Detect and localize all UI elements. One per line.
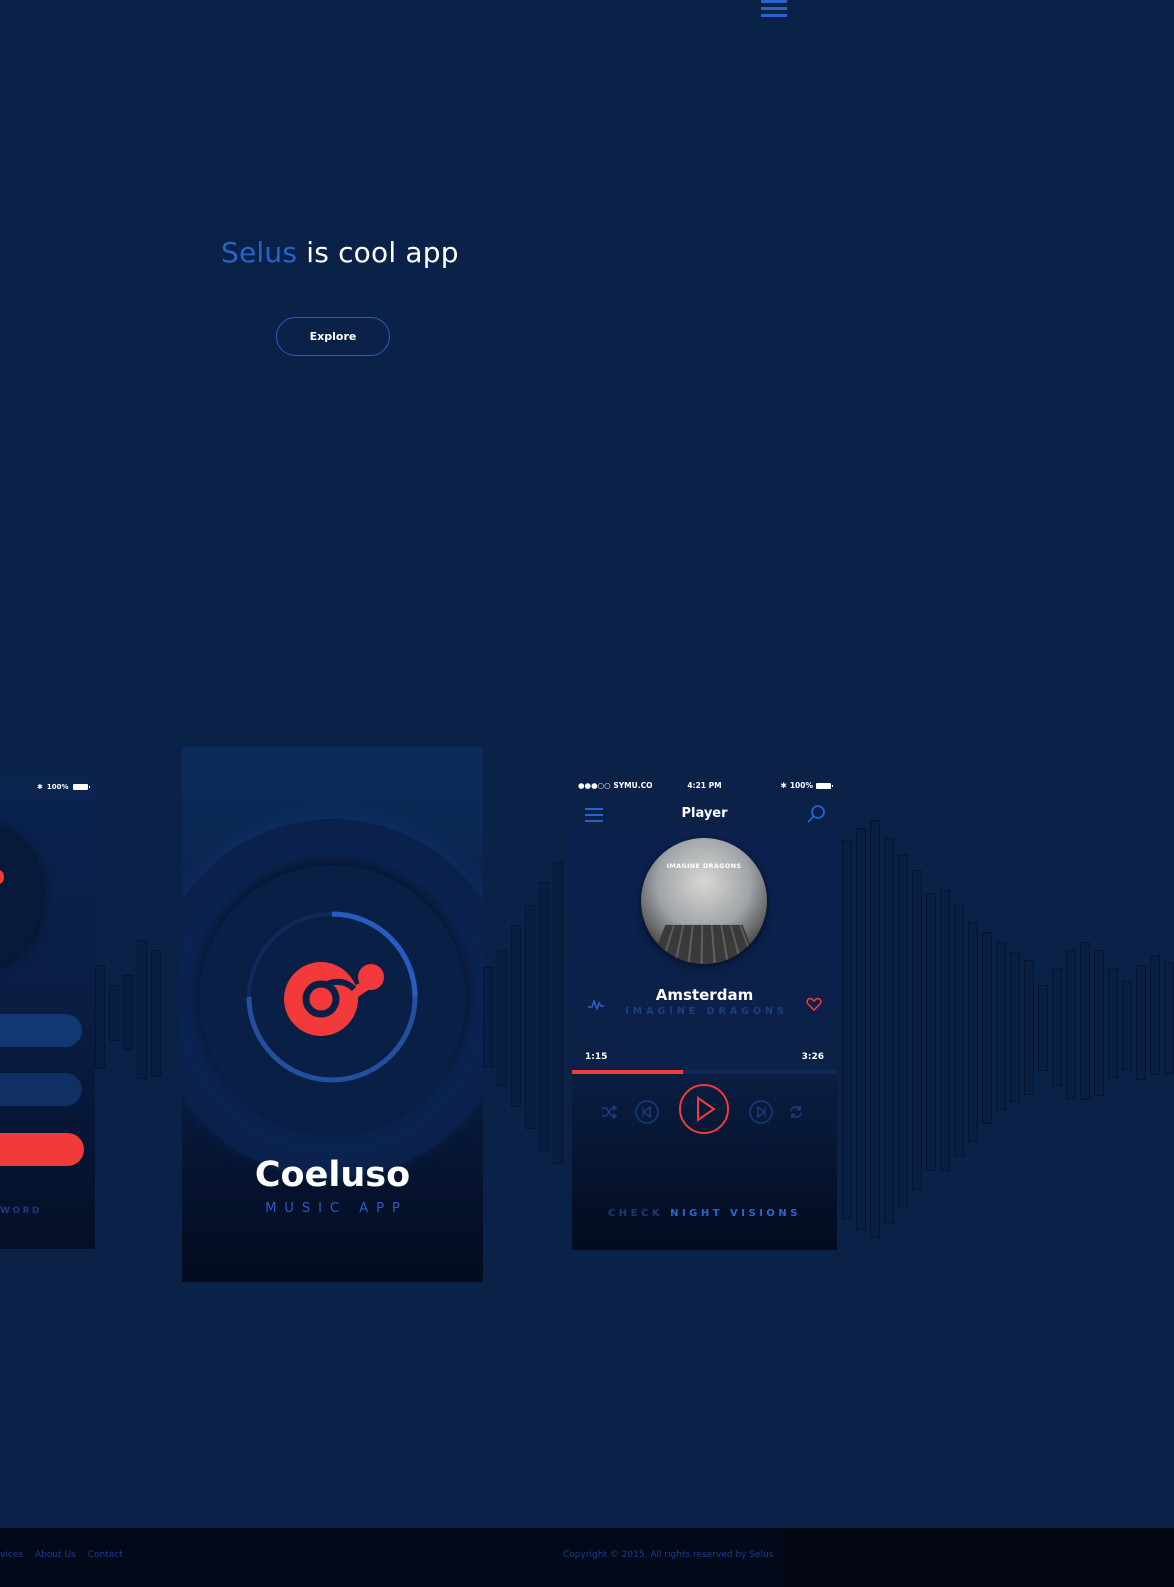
heart-icon[interactable] [806,997,822,1011]
battery-icon [72,784,90,790]
equalizer-bar [968,922,978,1142]
login-button[interactable] [0,1133,84,1166]
equalizer-bar [996,942,1006,1110]
copyright-text: Copyright © 2015, All rights reserved by… [563,1550,774,1560]
equalizer-bar [1010,952,1020,1102]
battery-icon [816,782,833,789]
repeat-icon[interactable] [789,1105,803,1119]
equalizer-bar [539,882,549,1152]
equalizer-bar [497,950,507,1086]
equalizer-bar [898,855,908,1207]
equalizer-bar [123,975,133,1050]
equalizer-bar [1038,985,1048,1071]
song-title: Amsterdam [655,986,754,1004]
equalizer-bar [1080,942,1090,1100]
footer: vices About Us Contact Copyright © 2015,… [0,1528,1174,1587]
player-phone-mockup: ●●●○○ SYMU.CO 4:21 PM ✱ 100% Player IMAG… [572,778,837,1250]
password-field[interactable] [0,1073,82,1106]
splash-phone-mockup: Coeluso MUSIC APP [182,747,483,1282]
bluetooth-icon: ✱ [780,781,787,790]
menu-icon[interactable] [761,0,787,18]
bluetooth-icon: ✱ [37,783,43,791]
explore-button[interactable]: Explore [276,317,390,356]
footer-right-panel [783,1528,1174,1587]
equalizer-bar [842,840,852,1220]
equalizer-bar [95,965,105,1069]
hero-tagline: is cool app [297,236,459,269]
logo-circle [0,827,42,965]
album-art-structure [650,924,758,964]
album-cover: IMAGINE DRAGONS [641,838,767,964]
footer-link-about[interactable]: About Us [35,1550,76,1560]
equalizer-bar [1052,968,1062,1086]
equalizer-bar [884,838,894,1224]
equalizer-bar [1150,955,1160,1075]
equalizer-bar [940,890,950,1171]
brand-name: Selus [221,236,298,269]
total-time: 3:26 [801,1052,824,1062]
battery-percent: 100% [789,781,813,790]
play-icon[interactable] [678,1083,730,1135]
equalizer-bar [1094,950,1104,1096]
equalizer-bar [553,862,563,1164]
check-album-name: NIGHT VISIONS [670,1208,802,1219]
player-header: Player [572,798,837,832]
player-controls: CHECK NIGHT VISIONS [572,1074,837,1250]
forgot-password-link[interactable]: WORD [0,1206,42,1216]
equalizer-bar [870,820,880,1238]
next-icon[interactable] [749,1100,773,1124]
status-bar: ✱ 100% [37,783,90,791]
footer-link-contact[interactable]: Contact [88,1550,123,1560]
equalizer-bar [1136,965,1146,1080]
login-phone-mockup: ✱ 100% WORD [0,777,95,1249]
equalizer-bar [483,967,493,1067]
status-bar: ●●●○○ SYMU.CO 4:21 PM ✱ 100% [572,778,837,792]
check-album-link[interactable]: CHECK NIGHT VISIONS [572,1208,837,1219]
footer-link-services[interactable]: vices [0,1550,23,1560]
equalizer-bar [982,932,992,1124]
equalizer-bar [912,870,922,1190]
artist-name: IMAGINE DRAGONS [625,1006,788,1017]
check-prefix: CHECK [607,1208,671,1219]
equalizer-bar [137,940,147,1079]
equalizer-bar [1024,960,1034,1095]
footer-links: vices About Us Contact [0,1550,123,1560]
album-cover-label: IMAGINE DRAGONS [666,862,742,870]
username-field[interactable] [0,1014,82,1047]
search-icon[interactable] [806,804,826,824]
app-title: Coeluso [254,1155,411,1195]
previous-icon[interactable] [635,1100,659,1124]
equalizer-bar [525,905,535,1129]
player-title: Player [681,806,728,821]
current-time: 1:15 [585,1052,608,1062]
equalizer-bar [1066,950,1076,1100]
equalizer-bar [151,950,161,1077]
equalizer-bar [954,905,964,1157]
battery-percent: 100% [46,783,69,791]
equalizer-bar [1108,968,1118,1078]
equalizer-bar [109,985,119,1041]
equalizer-bar [511,925,521,1107]
shuffle-icon[interactable] [601,1105,617,1119]
equalizer-bar [856,828,866,1230]
equalizer-bar [926,893,936,1171]
hero-title: Selus is cool app [221,236,459,269]
equalizer-bar [1122,980,1132,1070]
equalizer-bar [1164,962,1174,1074]
app-subtitle: MUSIC APP [265,1201,408,1216]
